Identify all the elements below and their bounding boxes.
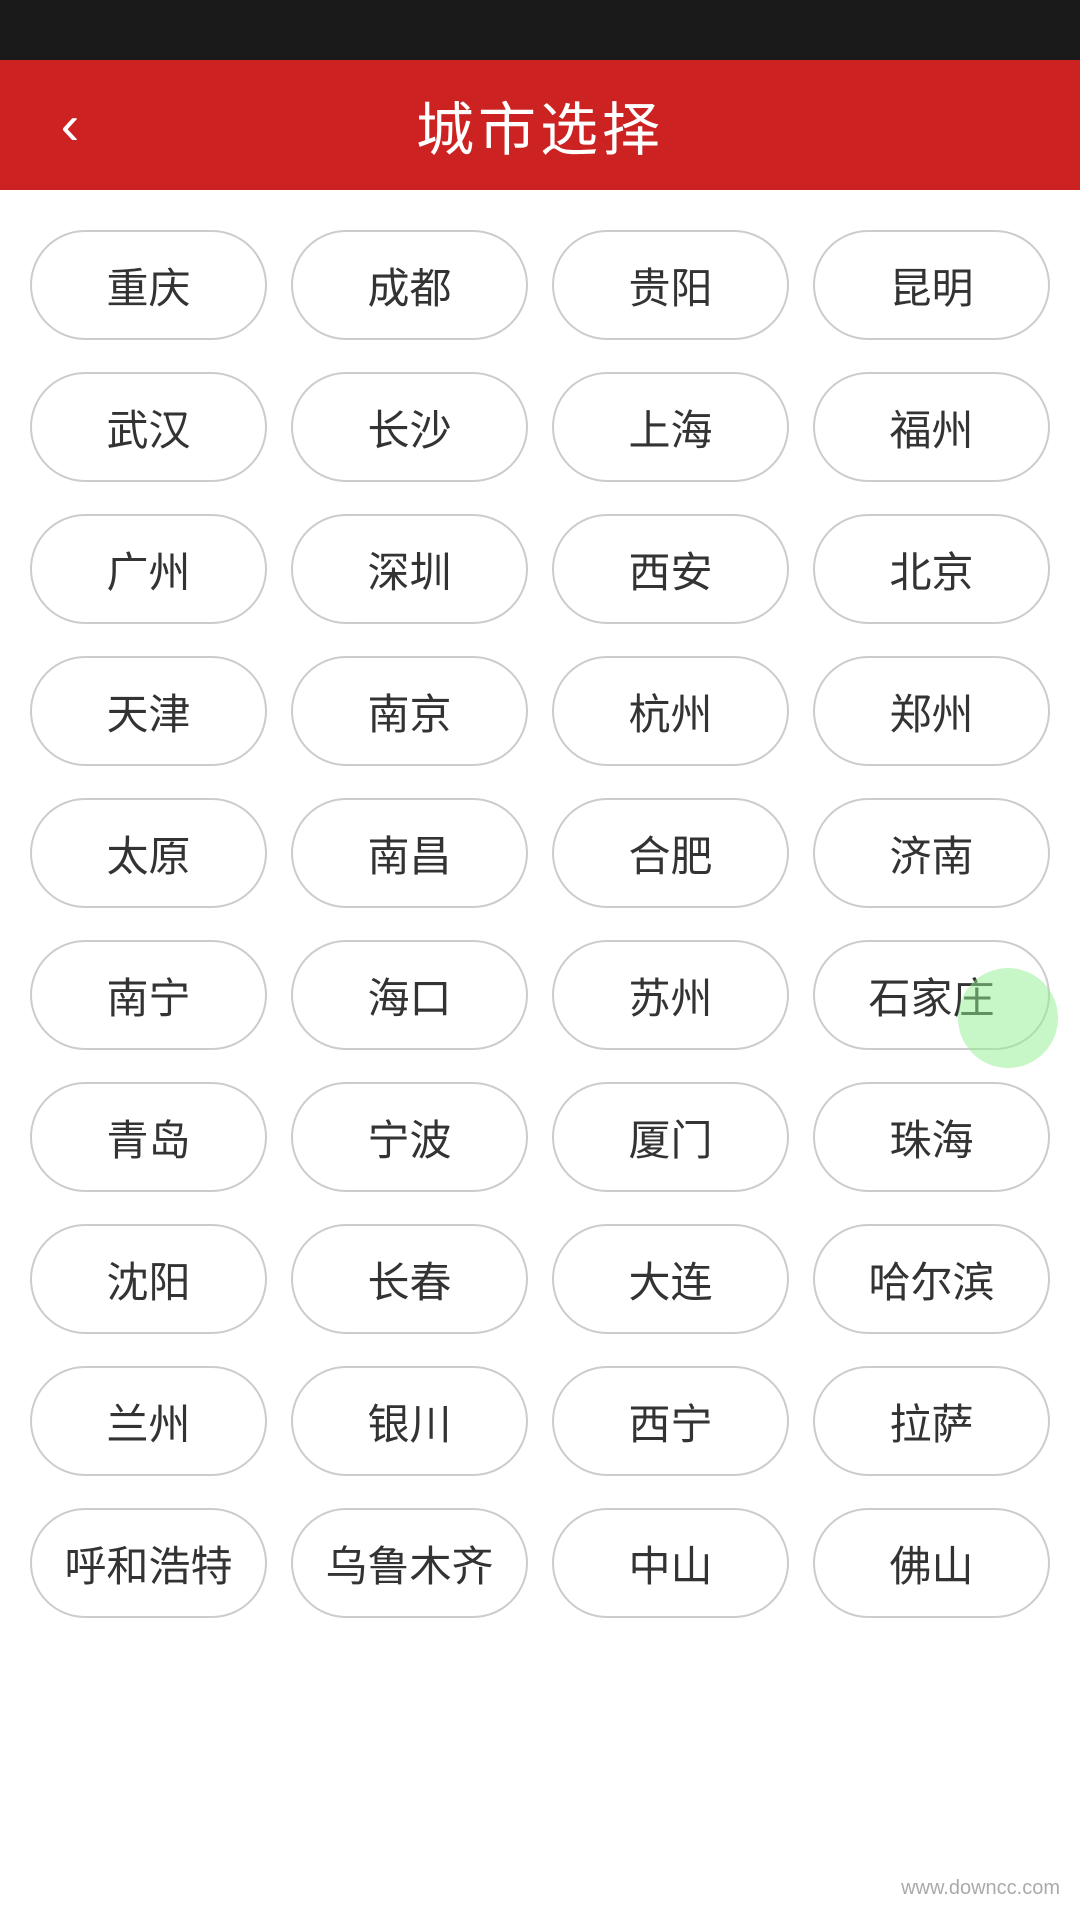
- city-button-34[interactable]: 银川: [291, 1366, 528, 1476]
- city-button-8[interactable]: 福州: [813, 372, 1050, 482]
- city-button-33[interactable]: 兰州: [30, 1366, 267, 1476]
- city-button-23[interactable]: 苏州: [552, 940, 789, 1050]
- city-button-36[interactable]: 拉萨: [813, 1366, 1050, 1476]
- page-title: 城市选择: [416, 83, 664, 167]
- city-button-15[interactable]: 杭州: [552, 656, 789, 766]
- city-button-37[interactable]: 呼和浩特: [30, 1508, 267, 1618]
- city-button-31[interactable]: 大连: [552, 1224, 789, 1334]
- city-button-32[interactable]: 哈尔滨: [813, 1224, 1050, 1334]
- city-button-30[interactable]: 长春: [291, 1224, 528, 1334]
- city-button-11[interactable]: 西安: [552, 514, 789, 624]
- city-button-10[interactable]: 深圳: [291, 514, 528, 624]
- city-button-6[interactable]: 长沙: [291, 372, 528, 482]
- city-button-39[interactable]: 中山: [552, 1508, 789, 1618]
- header: ‹ 城市选择: [0, 60, 1080, 190]
- status-bar: [0, 0, 1080, 60]
- city-button-16[interactable]: 郑州: [813, 656, 1050, 766]
- city-button-13[interactable]: 天津: [30, 656, 267, 766]
- city-button-38[interactable]: 乌鲁木齐: [291, 1508, 528, 1618]
- city-button-12[interactable]: 北京: [813, 514, 1050, 624]
- city-button-20[interactable]: 济南: [813, 798, 1050, 908]
- city-button-27[interactable]: 厦门: [552, 1082, 789, 1192]
- city-button-24[interactable]: 石家庄: [813, 940, 1050, 1050]
- city-button-17[interactable]: 太原: [30, 798, 267, 908]
- city-button-2[interactable]: 成都: [291, 230, 528, 340]
- city-button-19[interactable]: 合肥: [552, 798, 789, 908]
- city-button-22[interactable]: 海口: [291, 940, 528, 1050]
- city-button-40[interactable]: 佛山: [813, 1508, 1050, 1618]
- city-button-28[interactable]: 珠海: [813, 1082, 1050, 1192]
- watermark: www.downcc.com: [901, 1877, 1060, 1900]
- back-icon: ‹: [61, 97, 80, 153]
- city-button-3[interactable]: 贵阳: [552, 230, 789, 340]
- city-button-7[interactable]: 上海: [552, 372, 789, 482]
- city-button-35[interactable]: 西宁: [552, 1366, 789, 1476]
- city-button-5[interactable]: 武汉: [30, 372, 267, 482]
- city-button-25[interactable]: 青岛: [30, 1082, 267, 1192]
- city-grid: 重庆成都贵阳昆明武汉长沙上海福州广州深圳西安北京天津南京杭州郑州太原南昌合肥济南…: [0, 190, 1080, 1658]
- city-button-29[interactable]: 沈阳: [30, 1224, 267, 1334]
- city-button-26[interactable]: 宁波: [291, 1082, 528, 1192]
- city-button-4[interactable]: 昆明: [813, 230, 1050, 340]
- back-button[interactable]: ‹: [40, 95, 100, 155]
- city-button-14[interactable]: 南京: [291, 656, 528, 766]
- city-button-1[interactable]: 重庆: [30, 230, 267, 340]
- city-button-9[interactable]: 广州: [30, 514, 267, 624]
- city-button-18[interactable]: 南昌: [291, 798, 528, 908]
- city-button-21[interactable]: 南宁: [30, 940, 267, 1050]
